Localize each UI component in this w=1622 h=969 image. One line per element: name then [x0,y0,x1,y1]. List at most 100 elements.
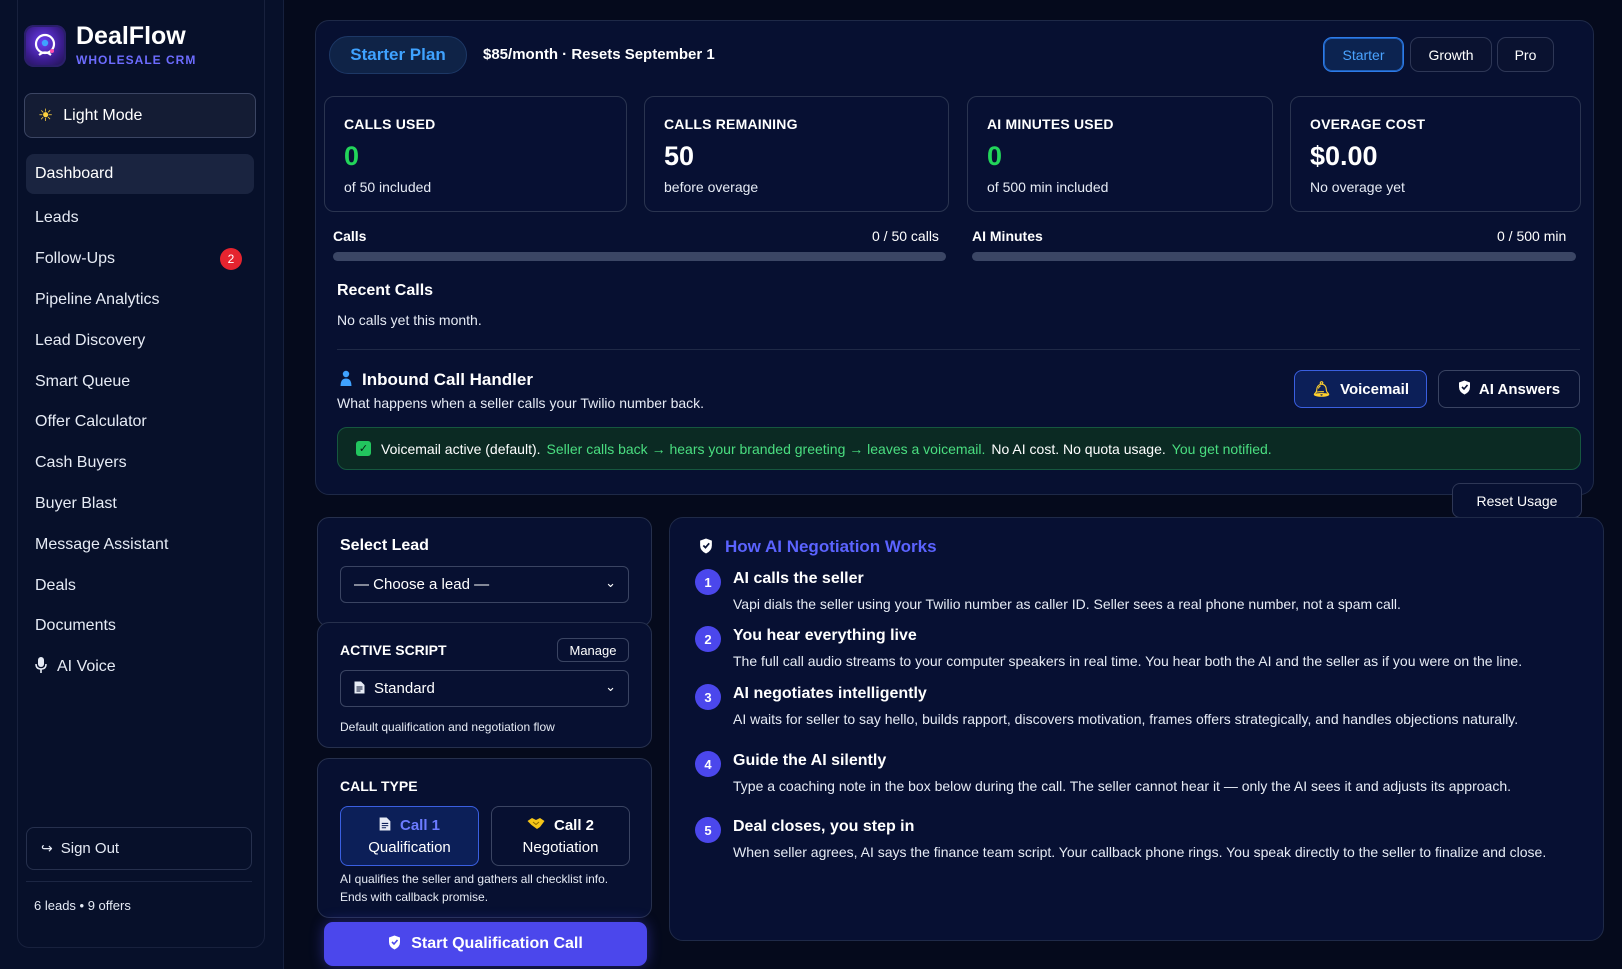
inbound-call-handler-title: Inbound Call Handler [340,370,533,390]
sidebar-item-label: Offer Calculator [35,413,147,431]
script-select-dropdown[interactable]: Standard ⌄ [340,670,629,707]
sidebar-item-label: Smart Queue [35,372,131,390]
brand-name: DealFlow [76,22,186,50]
sidebar-item-label: Lead Discovery [35,331,146,349]
sidebar-item-leads[interactable]: Leads [26,198,254,239]
step-description: Vapi dials the seller using your Twilio … [733,596,1401,612]
sidebar-item-deals[interactable]: Deals [26,565,254,606]
document-icon [354,681,365,697]
calls-bar-count: 0 / 50 calls [872,228,939,244]
sidebar-item-message-assistant[interactable]: Message Assistant [26,524,254,565]
stat-card-ai-minutes-used: AI MINUTES USED 0 of 500 min included [967,96,1273,212]
sidebar-item-label: AI Voice [57,658,116,676]
sidebar-item-buyer-blast[interactable]: Buyer Blast [26,484,254,525]
step-title: AI negotiates intelligently [733,685,927,702]
start-call-label: Start Qualification Call [411,935,583,952]
voicemail-label: Voicemail [1340,380,1409,398]
banner-notify: You get notified. [1171,440,1272,457]
checkmark-icon: ✓ [356,441,371,456]
sidebar-item-smart-queue[interactable]: Smart Queue [26,361,254,402]
tier-growth-button[interactable]: Growth [1410,37,1492,72]
sidebar-item-label: Follow-Ups [35,250,116,268]
sign-out-label: Sign Out [60,840,120,857]
step-description: AI waits for seller to say hello, builds… [733,711,1519,727]
step-title: You hear everything live [733,627,917,644]
ai-minutes-bar-label: AI Minutes [972,228,1043,244]
recent-calls-title: Recent Calls [337,282,434,299]
step-title: Guide the AI silently [733,752,887,769]
reset-usage-button[interactable]: Reset Usage [1452,483,1582,518]
step-description: When seller agrees, AI says the finance … [733,844,1547,860]
sign-out-button[interactable]: ↪ Sign Out [26,827,252,870]
stat-label: AI MINUTES USED [987,116,1114,132]
step-number: 4 [695,751,721,777]
call-type-description: AI qualifies the seller and gathers all … [340,872,609,904]
calls-bar-label: Calls [333,228,367,244]
how-title-text: How AI Negotiation Works [725,537,937,556]
sidebar-stats: 6 leads • 9 offers [34,898,131,913]
chevron-down-icon: ⌄ [605,575,616,590]
ai-answers-label: AI Answers [1478,380,1561,398]
call-type-option-subtitle: Qualification [368,838,451,856]
sidebar-item-lead-discovery[interactable]: Lead Discovery [26,320,254,361]
sidebar-item-dashboard[interactable]: Dashboard [26,154,254,194]
sidebar-item-follow-ups[interactable]: Follow-Ups 2 [26,239,254,280]
shield-icon [1458,380,1471,398]
bell-icon: 🔔︎ [1312,381,1332,398]
step-number: 2 [695,626,721,652]
shield-icon [388,935,401,953]
shield-icon [699,538,713,557]
banner-cost: No AI cost. No quota usage. [991,440,1166,457]
active-script-label: ACTIVE SCRIPT [340,642,447,658]
calls-progress-bar [333,252,946,261]
start-qualification-call-button[interactable]: Start Qualification Call [324,922,647,966]
lead-select-value: — Choose a lead — [354,576,490,593]
chevron-down-icon: ⌄ [605,679,616,694]
sidebar-nav: Dashboard Leads Follow-Ups 2 Pipeline An… [26,154,254,688]
step-title: Deal closes, you step in [733,818,915,835]
sidebar-item-label: Deals [35,576,76,594]
step-number: 3 [695,684,721,710]
stat-sub: of 500 min included [987,179,1109,195]
call-type-qualification-button[interactable]: Call 1 Qualification [340,806,479,866]
sidebar-item-label: Message Assistant [35,535,169,553]
stat-label: CALLS REMAINING [664,116,798,132]
ai-answers-mode-button[interactable]: AI Answers [1438,370,1580,408]
voicemail-status-banner: ✓ Voicemail active (default). Seller cal… [337,427,1581,470]
step-title: AI calls the seller [733,570,864,587]
sidebar-item-label: Buyer Blast [35,494,117,512]
inbound-title-text: Inbound Call Handler [362,370,533,389]
stat-value: 0 [344,141,360,171]
banner-flow: Seller calls back → hears your branded g… [546,440,986,457]
sidebar-item-label: Pipeline Analytics [35,290,160,308]
brand-logo-icon [24,24,66,67]
call-type-negotiation-button[interactable]: Call 2 Negotiation [491,806,630,866]
sidebar-item-cash-buyers[interactable]: Cash Buyers [26,443,254,484]
brand[interactable]: DealFlow WHOLESALE CRM [24,24,196,67]
follow-ups-count-badge: 2 [220,248,242,271]
sidebar-item-pipeline-analytics[interactable]: Pipeline Analytics [26,280,254,321]
call-type-option-title: Call 2 [553,816,595,834]
sidebar-item-label: Documents [35,617,116,635]
stat-value: $0.00 [1310,141,1378,171]
call-type-option-subtitle: Negotiation [522,838,599,856]
stat-card-overage-cost: OVERAGE COST $0.00 No overage yet [1290,96,1581,212]
manage-scripts-button[interactable]: Manage [557,638,629,662]
sidebar-item-ai-voice[interactable]: AI Voice [26,647,254,688]
stat-sub: before overage [664,179,759,195]
tier-pro-button[interactable]: Pro [1497,37,1554,72]
inbound-call-handler-subtitle: What happens when a seller calls your Tw… [337,395,705,411]
sidebar-item-documents[interactable]: Documents [26,606,254,647]
stat-card-calls-used: CALLS USED 0 of 50 included [324,96,627,212]
tier-starter-button[interactable]: Starter [1323,37,1404,72]
voicemail-mode-button[interactable]: 🔔︎ Voicemail [1294,370,1427,408]
ai-minutes-bar-count: 0 / 500 min [1497,228,1567,244]
lead-select-dropdown[interactable]: — Choose a lead — ⌄ [340,566,629,603]
how-it-works-title: How AI Negotiation Works [699,537,937,557]
person-icon [340,370,352,390]
sidebar-item-offer-calculator[interactable]: Offer Calculator [26,402,254,443]
stat-sub: No overage yet [1310,179,1405,195]
step-number: 1 [695,569,721,595]
light-mode-toggle[interactable]: ☀ Light Mode [24,93,256,138]
handshake-icon [527,817,545,833]
